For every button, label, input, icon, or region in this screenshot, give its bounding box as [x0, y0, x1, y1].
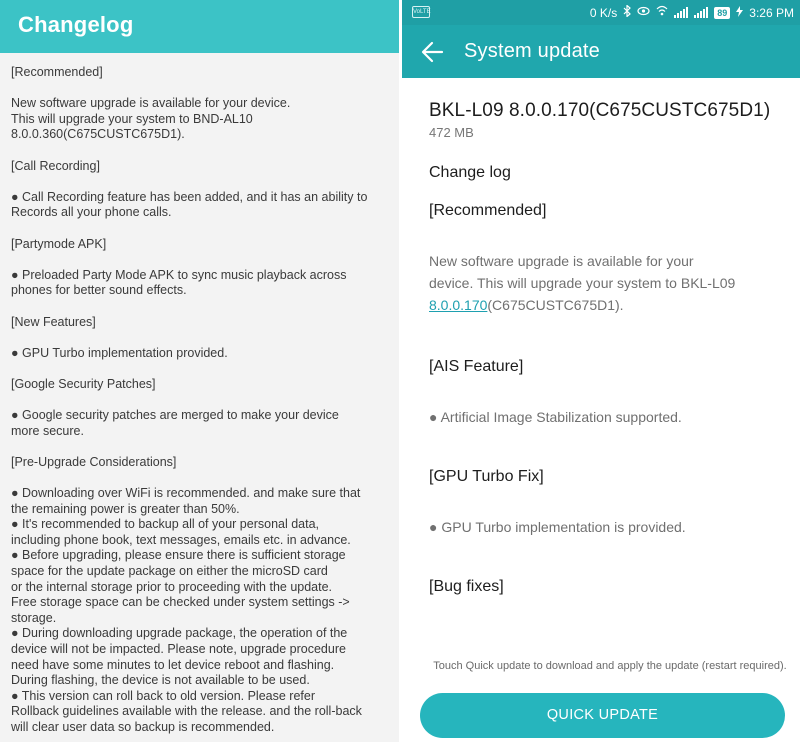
changelog-line: phones for better sound effects. — [11, 283, 187, 298]
changelog-block: [Pre-Upgrade Considerations] — [11, 455, 391, 471]
version-title: BKL-L09 8.0.0.170(C675CUSTC675D1) — [429, 100, 771, 121]
changelog-line: ● This version can roll back to old vers… — [11, 688, 315, 703]
changelog-line: ● During downloading upgrade package, th… — [11, 626, 348, 641]
recommended-line: device. This will upgrade your system to… — [429, 275, 736, 291]
volte-icon: VoLTE — [412, 6, 431, 18]
battery-icon: 89 — [714, 6, 731, 19]
version-link[interactable]: 8.0.0.170 — [429, 297, 487, 313]
section-title-bug-fixes: [Bug fixes] — [429, 578, 504, 595]
changelog-line: New software upgrade is available for yo… — [11, 96, 291, 111]
changelog-title: Changelog — [18, 12, 134, 37]
quick-update-button[interactable]: QUICK UPDATE — [420, 693, 785, 738]
changelog-line: [Pre-Upgrade Considerations] — [11, 454, 177, 469]
changelog-line: device will not be impacted. Please note… — [11, 641, 346, 656]
changelog-line: ● Google security patches are merged to … — [11, 408, 339, 423]
changelog-line: or the internal storage prior to proceed… — [11, 579, 333, 594]
changelog-block: ● Call Recording feature has been added,… — [11, 190, 391, 221]
changelog-screen: Changelog [Recommended] New software upgr… — [0, 0, 399, 742]
changelog-line: Records all your phone calls. — [11, 205, 172, 220]
changelog-body[interactable]: [Recommended] New software upgrade is ava… — [0, 53, 399, 736]
status-icons: 0 K/s 89 3:26 PM — [589, 4, 794, 20]
changelog-block: ● GPU Turbo implementation provided. — [11, 346, 391, 362]
app-bar: System update — [402, 25, 800, 78]
system-update-screen: VoLTE 0 K/s 89 3:26 PM System update BKL… — [402, 0, 800, 742]
changelog-block: ● Google security patches are merged to … — [11, 408, 391, 439]
changelog-line: storage. — [11, 610, 57, 625]
footer-note: Touch Quick update to download and apply… — [433, 660, 787, 672]
section-title-recommended: [Recommended] — [429, 202, 547, 219]
changelog-line: ● Call Recording feature has been added,… — [11, 189, 368, 204]
changelog-line: will clear user data so backup is recomm… — [11, 719, 275, 734]
changelog-block: [Recommended] — [11, 65, 391, 81]
clock: 3:26 PM — [749, 5, 794, 20]
changelog-line: ● It's recommended to backup all of your… — [11, 517, 320, 532]
bluetooth-icon — [623, 4, 632, 20]
changelog-line: [New Features] — [11, 314, 96, 329]
changelog-block: [New Features] — [11, 315, 391, 331]
changelog-block: [Google Security Patches] — [11, 377, 391, 393]
page-title: System update — [464, 40, 601, 62]
section-title-gpu: [GPU Turbo Fix] — [429, 468, 544, 485]
changelog-line: [Partymode APK] — [11, 236, 107, 251]
changelog-line: Rollback guidelines available with the r… — [11, 704, 362, 719]
changelog-line: including phone book, text messages, ema… — [11, 532, 351, 547]
changelog-line: ● Preloaded Party Mode APK to sync music… — [11, 267, 347, 282]
charging-icon — [736, 5, 744, 20]
changelog-line: Free storage space can be checked under … — [11, 595, 350, 610]
changelog-line: This will upgrade your system to BND-AL1… — [11, 111, 253, 126]
changelog-line: During flashing, the device is not avail… — [11, 673, 310, 688]
recommended-line: 8.0.0.170(C675CUSTC675D1). — [429, 294, 780, 316]
changelog-line: space for the update package on either t… — [11, 564, 328, 578]
changelog-line: ● GPU Turbo implementation provided. — [11, 345, 228, 360]
changelog-line: 8.0.0.360(C675CUSTC675D1). — [11, 127, 185, 142]
signal-icon — [694, 7, 709, 18]
changelog-line: [Google Security Patches] — [11, 376, 156, 391]
changelog-line: ● Before upgrading, please ensure there … — [11, 548, 346, 563]
wifi-calling-icon — [656, 5, 668, 20]
recommended-line: New software upgrade is available for yo… — [429, 253, 694, 269]
changelog-block: ● Downloading over WiFi is recommended. … — [11, 486, 391, 736]
section-text-ais: ● Artificial Image Stabilization support… — [429, 409, 682, 425]
package-size: 472 MB — [429, 125, 474, 140]
changelog-header: Changelog — [0, 0, 399, 53]
update-details[interactable]: BKL-L09 8.0.0.170(C675CUSTC675D1) 472 MB… — [402, 78, 800, 596]
changelog-block: [Partymode APK] — [11, 237, 391, 253]
status-bar: VoLTE 0 K/s 89 3:26 PM — [402, 0, 800, 25]
recommended-line-suffix: (C675CUSTC675D1). — [487, 297, 624, 313]
section-text-gpu: ● GPU Turbo implementation is provided. — [429, 519, 686, 535]
changelog-block: New software upgrade is available for yo… — [11, 96, 391, 143]
changelog-line: [Recommended] — [11, 65, 103, 79]
section-text-recommended: New software upgrade is available for yo… — [429, 250, 780, 316]
section-title-ais: [AIS Feature] — [429, 358, 524, 375]
changelog-block: [Call Recording] — [11, 159, 391, 175]
changelog-line: more secure. — [11, 423, 84, 438]
network-speed: 0 K/s — [589, 5, 618, 20]
update-footer: Touch Quick update to download and apply… — [402, 659, 800, 738]
changelog-line: the remaining power is greater than 50%. — [11, 501, 240, 516]
changelog-line: need have some minutes to let device reb… — [11, 657, 335, 672]
eye-comfort-icon — [637, 6, 650, 19]
changelog-block: ● Preloaded Party Mode APK to sync music… — [11, 268, 391, 299]
changelog-heading: Change log — [429, 164, 511, 181]
changelog-line: [Call Recording] — [11, 158, 100, 173]
back-arrow-icon[interactable] — [420, 39, 446, 65]
signal-icon — [674, 7, 689, 18]
changelog-line: ● Downloading over WiFi is recommended. … — [11, 486, 361, 501]
